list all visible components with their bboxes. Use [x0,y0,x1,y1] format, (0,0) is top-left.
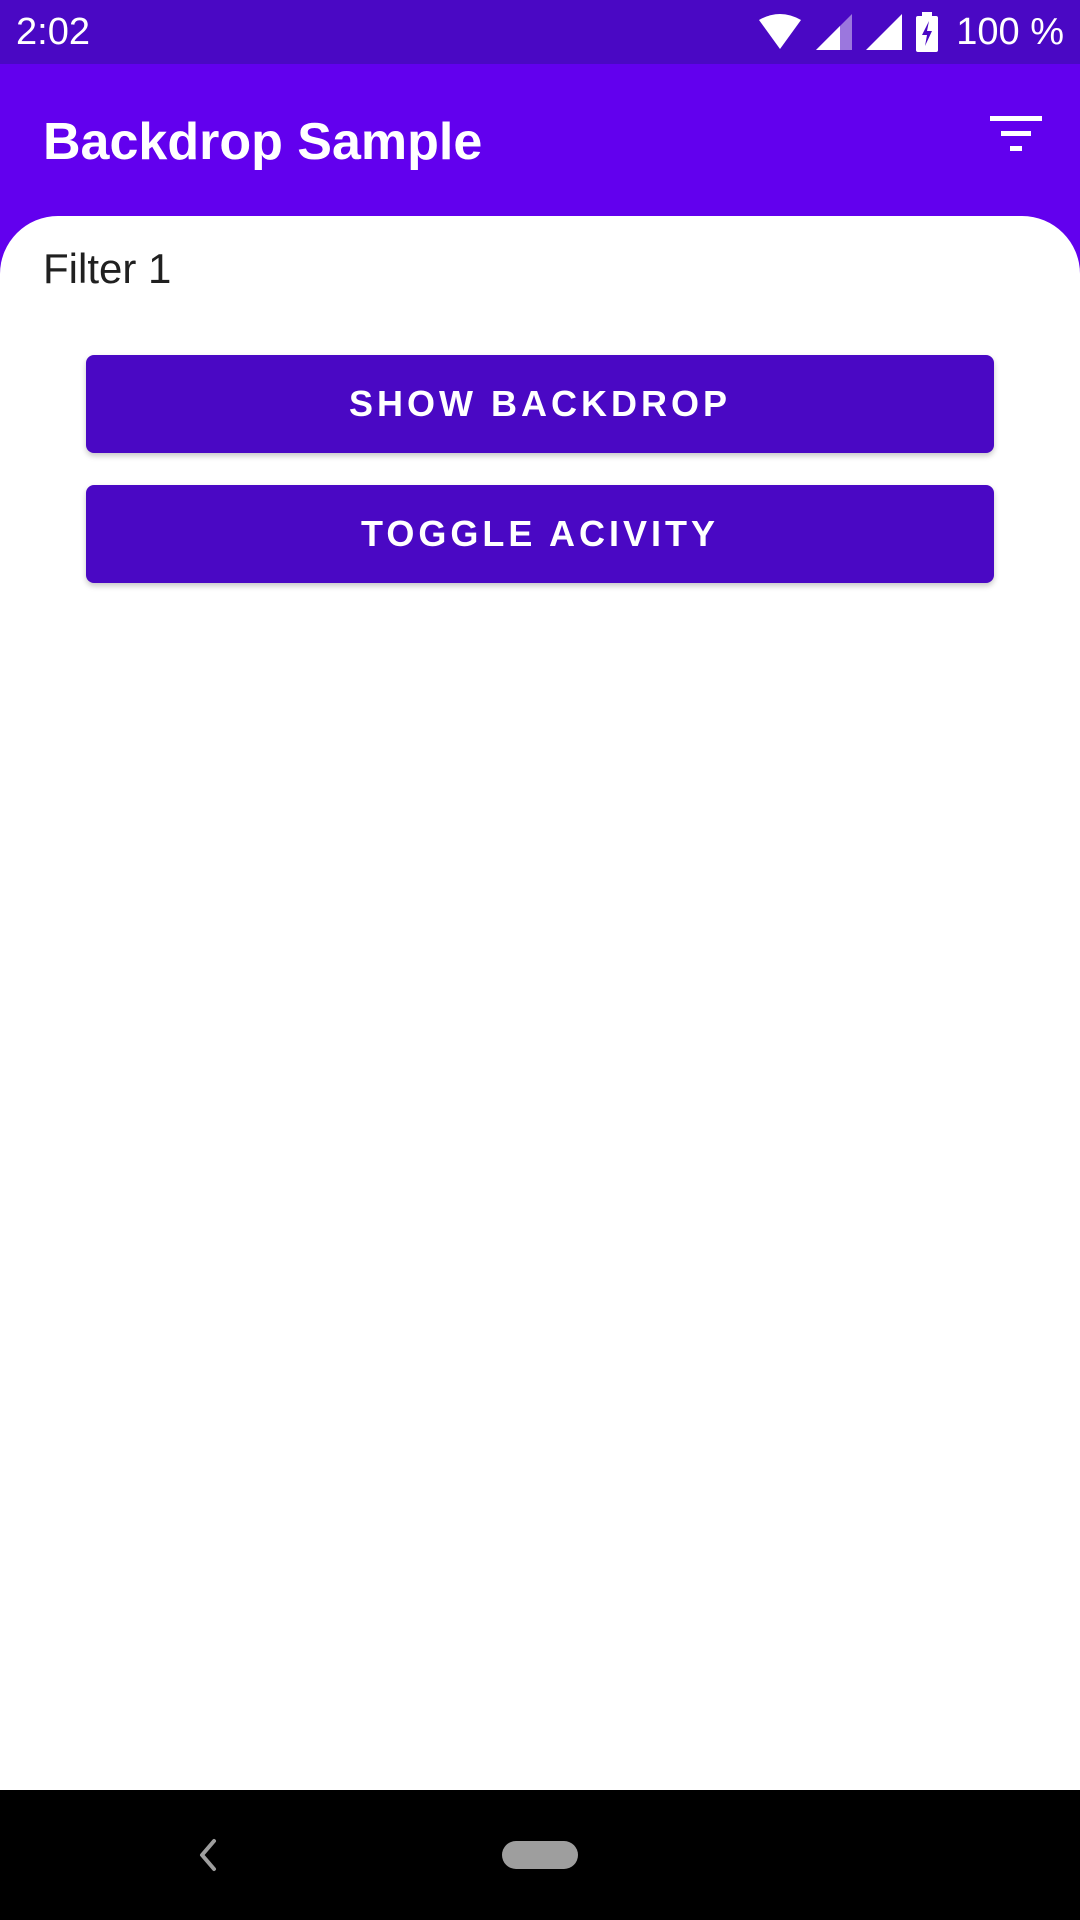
navigation-bar [0,1790,1080,1920]
battery-level: 100 % [956,11,1064,53]
signal-icon [816,14,853,50]
toggle-activity-button[interactable]: TOGGLE ACIVITY [86,485,994,583]
status-icons: 100 % [758,10,1064,54]
back-chevron-icon[interactable] [190,1835,226,1875]
show-backdrop-button[interactable]: SHOW BACKDROP [86,355,994,453]
filter-button[interactable] [988,108,1044,164]
signal-icon [866,14,903,50]
front-layer-sheet: Filter 1 SHOW BACKDROP TOGGLE ACIVITY [0,216,1080,1790]
status-time: 2:02 [16,11,90,53]
filter-label: Filter 1 [43,245,172,292]
app-bar: Backdrop Sample [0,64,1080,216]
app-title: Backdrop Sample [43,113,483,171]
status-bar: 2:02 100 % [0,0,1080,64]
filter-icon [990,115,1042,157]
wifi-icon [758,14,802,50]
home-pill-icon[interactable] [502,1841,578,1869]
battery-charging-icon [916,12,939,52]
